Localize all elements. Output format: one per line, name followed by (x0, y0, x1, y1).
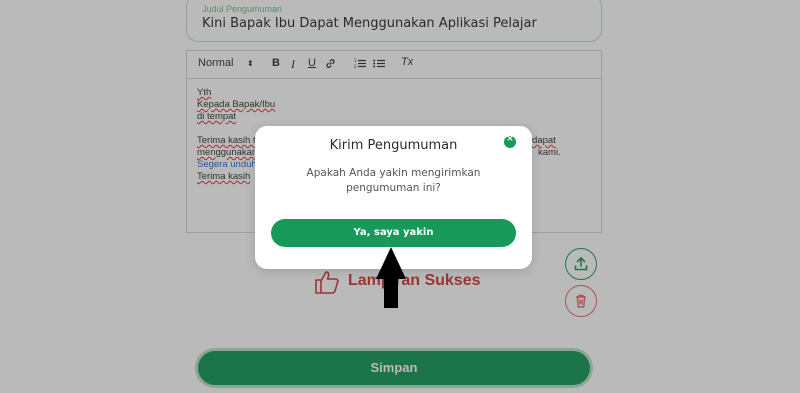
confirm-button[interactable]: Ya, saya yakin (271, 219, 516, 247)
close-button[interactable]: × (504, 134, 516, 148)
dialog-message: Apakah Anda yakin mengirimkan pengumuman… (306, 167, 481, 194)
close-icon[interactable]: × (504, 134, 516, 144)
arrow-up-icon (376, 247, 406, 308)
dialog-title: Kirim Pengumuman (329, 138, 458, 153)
